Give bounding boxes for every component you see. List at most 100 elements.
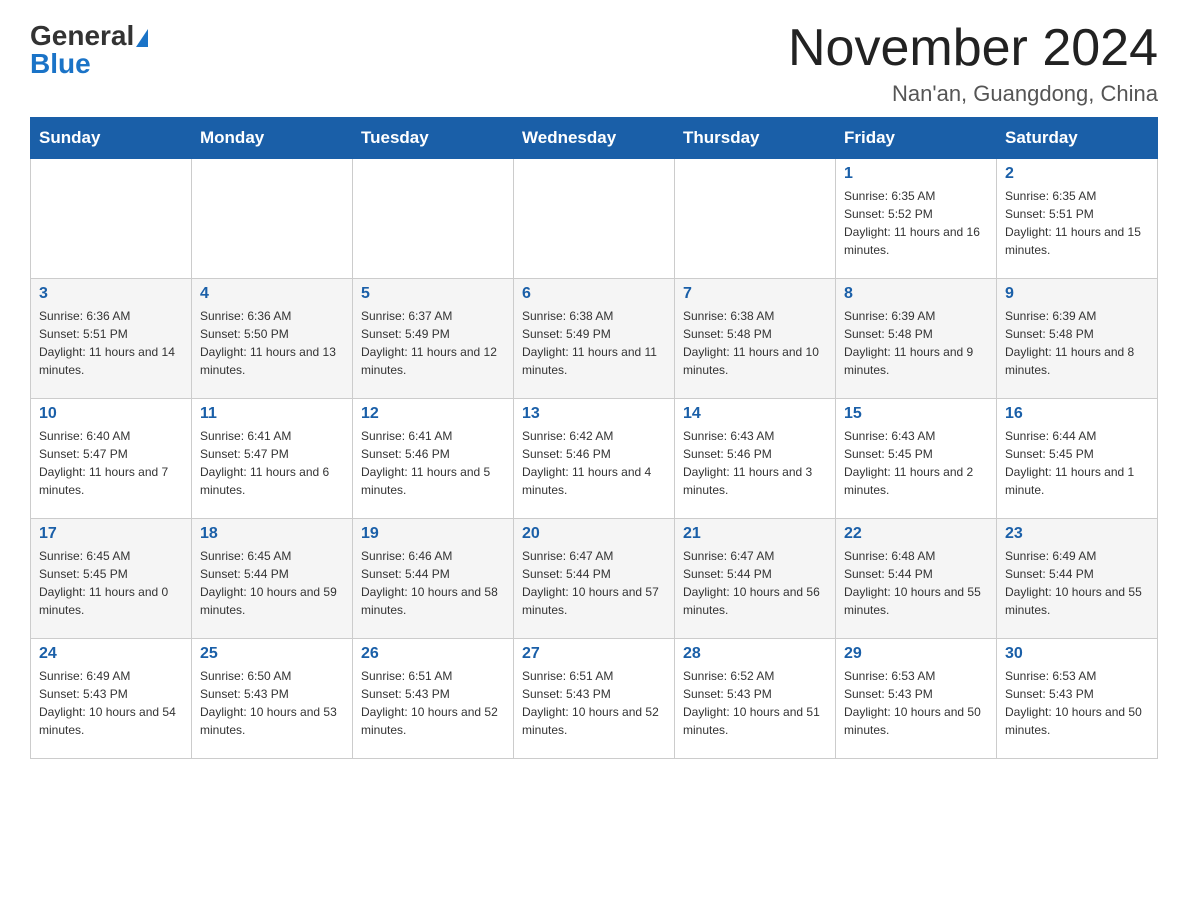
calendar-cell: 20 Sunrise: 6:47 AM Sunset: 5:44 PM Dayli… [514, 519, 675, 639]
calendar-cell: 17 Sunrise: 6:45 AM Sunset: 5:45 PM Dayli… [31, 519, 192, 639]
day-number: 13 [522, 405, 666, 423]
calendar-cell: 5Sunrise: 6:37 AM Sunset: 5:49 PM Daylig… [353, 279, 514, 399]
day-info: Sunrise: 6:35 AM Sunset: 5:52 PM Dayligh… [844, 187, 988, 259]
day-number: 29 [844, 645, 988, 663]
day-number: 5 [361, 285, 505, 303]
day-number: 12 [361, 405, 505, 423]
day-number: 1 [844, 165, 988, 183]
calendar-week-row: 10 Sunrise: 6:40 AM Sunset: 5:47 PM Dayli… [31, 399, 1158, 519]
location: Nan'an, Guangdong, China [788, 81, 1158, 107]
day-of-week-header: Sunday [31, 118, 192, 159]
day-of-week-header: Monday [192, 118, 353, 159]
day-number: 15 [844, 405, 988, 423]
calendar-cell: 13 Sunrise: 6:42 AM Sunset: 5:46 PM Dayli… [514, 399, 675, 519]
day-info: Sunrise: 6:43 AM Sunset: 5:46 PM Dayligh… [683, 427, 827, 499]
calendar-cell: 8Sunrise: 6:39 AM Sunset: 5:48 PM Daylig… [836, 279, 997, 399]
calendar-cell [31, 159, 192, 279]
calendar-cell: 27 Sunrise: 6:51 AM Sunset: 5:43 PM Dayli… [514, 639, 675, 759]
calendar-cell: 21 Sunrise: 6:47 AM Sunset: 5:44 PM Dayli… [675, 519, 836, 639]
calendar-cell: 12 Sunrise: 6:41 AM Sunset: 5:46 PM Dayli… [353, 399, 514, 519]
calendar-week-row: 3 Sunrise: 6:36 AM Sunset: 5:51 PM Daylig… [31, 279, 1158, 399]
day-info: Sunrise: 6:44 AM Sunset: 5:45 PM Dayligh… [1005, 427, 1149, 499]
day-number: 3 [39, 285, 183, 303]
day-number: 21 [683, 525, 827, 543]
calendar-cell: 16 Sunrise: 6:44 AM Sunset: 5:45 PM Dayli… [997, 399, 1158, 519]
day-info: Sunrise: 6:41 AM Sunset: 5:47 PM Dayligh… [200, 427, 344, 499]
calendar-cell: 25 Sunrise: 6:50 AM Sunset: 5:43 PM Dayli… [192, 639, 353, 759]
calendar-cell [514, 159, 675, 279]
day-info: Sunrise: 6:51 AM Sunset: 5:43 PM Dayligh… [361, 667, 505, 739]
day-number: 4 [200, 285, 344, 303]
calendar-cell: 22 Sunrise: 6:48 AM Sunset: 5:44 PM Dayli… [836, 519, 997, 639]
logo: General Blue [30, 20, 148, 80]
logo-text-bottom: Blue [30, 48, 91, 80]
calendar-cell: 4 Sunrise: 6:36 AM Sunset: 5:50 PM Daylig… [192, 279, 353, 399]
day-info: Sunrise: 6:43 AM Sunset: 5:45 PM Dayligh… [844, 427, 988, 499]
day-info: Sunrise: 6:42 AM Sunset: 5:46 PM Dayligh… [522, 427, 666, 499]
day-info: Sunrise: 6:47 AM Sunset: 5:44 PM Dayligh… [522, 547, 666, 619]
day-number: 11 [200, 405, 344, 423]
day-number: 24 [39, 645, 183, 663]
calendar-cell: 6Sunrise: 6:38 AM Sunset: 5:49 PM Daylig… [514, 279, 675, 399]
day-info: Sunrise: 6:39 AM Sunset: 5:48 PM Dayligh… [1005, 307, 1149, 379]
calendar-cell: 14Sunrise: 6:43 AM Sunset: 5:46 PM Dayli… [675, 399, 836, 519]
day-info: Sunrise: 6:49 AM Sunset: 5:43 PM Dayligh… [39, 667, 183, 739]
day-info: Sunrise: 6:46 AM Sunset: 5:44 PM Dayligh… [361, 547, 505, 619]
day-info: Sunrise: 6:38 AM Sunset: 5:48 PM Dayligh… [683, 307, 827, 379]
day-number: 27 [522, 645, 666, 663]
day-info: Sunrise: 6:50 AM Sunset: 5:43 PM Dayligh… [200, 667, 344, 739]
day-info: Sunrise: 6:36 AM Sunset: 5:51 PM Dayligh… [39, 307, 183, 379]
day-number: 25 [200, 645, 344, 663]
day-info: Sunrise: 6:36 AM Sunset: 5:50 PM Dayligh… [200, 307, 344, 379]
calendar-week-row: 1 Sunrise: 6:35 AM Sunset: 5:52 PM Daylig… [31, 159, 1158, 279]
day-of-week-header: Tuesday [353, 118, 514, 159]
calendar-cell: 18 Sunrise: 6:45 AM Sunset: 5:44 PM Dayli… [192, 519, 353, 639]
day-number: 2 [1005, 165, 1149, 183]
day-info: Sunrise: 6:53 AM Sunset: 5:43 PM Dayligh… [1005, 667, 1149, 739]
day-number: 7 [683, 285, 827, 303]
day-info: Sunrise: 6:45 AM Sunset: 5:44 PM Dayligh… [200, 547, 344, 619]
day-number: 10 [39, 405, 183, 423]
day-number: 20 [522, 525, 666, 543]
day-number: 18 [200, 525, 344, 543]
page-header: General Blue November 2024 Nan'an, Guang… [30, 20, 1158, 107]
calendar-cell: 19Sunrise: 6:46 AM Sunset: 5:44 PM Dayli… [353, 519, 514, 639]
day-info: Sunrise: 6:40 AM Sunset: 5:47 PM Dayligh… [39, 427, 183, 499]
calendar-cell: 30Sunrise: 6:53 AM Sunset: 5:43 PM Dayli… [997, 639, 1158, 759]
day-info: Sunrise: 6:45 AM Sunset: 5:45 PM Dayligh… [39, 547, 183, 619]
month-title: November 2024 [788, 20, 1158, 77]
calendar-cell: 28Sunrise: 6:52 AM Sunset: 5:43 PM Dayli… [675, 639, 836, 759]
calendar-cell [675, 159, 836, 279]
day-info: Sunrise: 6:53 AM Sunset: 5:43 PM Dayligh… [844, 667, 988, 739]
day-number: 6 [522, 285, 666, 303]
day-number: 17 [39, 525, 183, 543]
calendar-cell: 10 Sunrise: 6:40 AM Sunset: 5:47 PM Dayli… [31, 399, 192, 519]
calendar-week-row: 24 Sunrise: 6:49 AM Sunset: 5:43 PM Dayli… [31, 639, 1158, 759]
day-info: Sunrise: 6:47 AM Sunset: 5:44 PM Dayligh… [683, 547, 827, 619]
day-number: 26 [361, 645, 505, 663]
day-info: Sunrise: 6:51 AM Sunset: 5:43 PM Dayligh… [522, 667, 666, 739]
calendar-cell: 3 Sunrise: 6:36 AM Sunset: 5:51 PM Daylig… [31, 279, 192, 399]
calendar-cell: 2Sunrise: 6:35 AM Sunset: 5:51 PM Daylig… [997, 159, 1158, 279]
day-number: 16 [1005, 405, 1149, 423]
day-number: 28 [683, 645, 827, 663]
calendar-cell: 29 Sunrise: 6:53 AM Sunset: 5:43 PM Dayli… [836, 639, 997, 759]
calendar-table: SundayMondayTuesdayWednesdayThursdayFrid… [30, 117, 1158, 759]
header-right: November 2024 Nan'an, Guangdong, China [788, 20, 1158, 107]
calendar-cell: 7 Sunrise: 6:38 AM Sunset: 5:48 PM Daylig… [675, 279, 836, 399]
day-info: Sunrise: 6:49 AM Sunset: 5:44 PM Dayligh… [1005, 547, 1149, 619]
calendar-cell: 26 Sunrise: 6:51 AM Sunset: 5:43 PM Dayli… [353, 639, 514, 759]
calendar-cell: 1 Sunrise: 6:35 AM Sunset: 5:52 PM Daylig… [836, 159, 997, 279]
day-info: Sunrise: 6:48 AM Sunset: 5:44 PM Dayligh… [844, 547, 988, 619]
day-number: 22 [844, 525, 988, 543]
calendar-cell [353, 159, 514, 279]
day-of-week-header: Wednesday [514, 118, 675, 159]
day-number: 9 [1005, 285, 1149, 303]
day-info: Sunrise: 6:41 AM Sunset: 5:46 PM Dayligh… [361, 427, 505, 499]
day-number: 23 [1005, 525, 1149, 543]
calendar-header-row: SundayMondayTuesdayWednesdayThursdayFrid… [31, 118, 1158, 159]
calendar-week-row: 17 Sunrise: 6:45 AM Sunset: 5:45 PM Dayli… [31, 519, 1158, 639]
day-number: 8 [844, 285, 988, 303]
calendar-cell: 23 Sunrise: 6:49 AM Sunset: 5:44 PM Dayli… [997, 519, 1158, 639]
calendar-cell: 11 Sunrise: 6:41 AM Sunset: 5:47 PM Dayli… [192, 399, 353, 519]
